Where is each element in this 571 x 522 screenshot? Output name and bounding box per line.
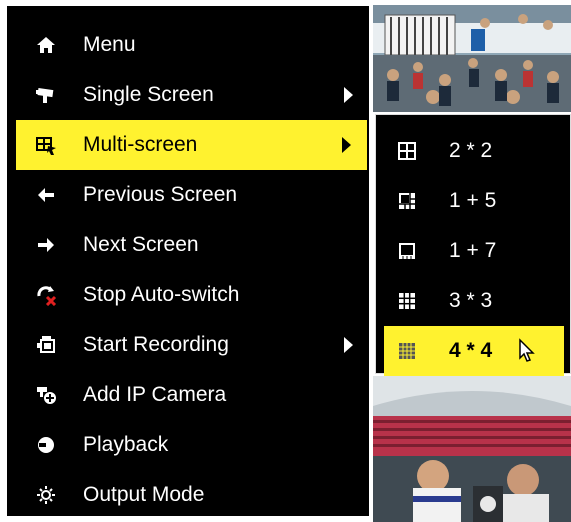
submenu-item-label: 2 * 2 [449, 139, 493, 162]
menu-item-label: Next Screen [83, 233, 199, 256]
submenu-item-label: 1 + 5 [449, 189, 497, 212]
video-wall: Menu Single Screen Multi-screen Previous… [0, 0, 571, 522]
submenu-item-1-plus-7[interactable]: 1 + 7 [376, 226, 571, 276]
camera-feed-stadium-crowd [373, 5, 571, 112]
layout-1-7-icon [399, 243, 415, 259]
menu-item-label: Playback [83, 433, 169, 456]
submenu-item-label: 4 * 4 [449, 339, 493, 362]
menu-item-label: Start Recording [83, 333, 229, 356]
menu-item-previous-screen[interactable]: Previous Screen [7, 170, 369, 220]
menu-item-single-screen[interactable]: Single Screen [7, 70, 369, 120]
add-camera-icon [37, 387, 56, 404]
multi-screen-submenu: 2 * 2 1 + 5 1 + 7 3 * 3 4 * 4 [375, 114, 571, 376]
submenu-arrow-icon [344, 337, 353, 353]
submenu-arrow-icon [342, 137, 351, 153]
menu-item-label: Add IP Camera [83, 383, 227, 406]
submenu-item-1-plus-5[interactable]: 1 + 5 [376, 176, 571, 226]
menu-item-menu[interactable]: Menu [7, 20, 369, 70]
menu-item-next-screen[interactable]: Next Screen [7, 220, 369, 270]
submenu-item-3x3[interactable]: 3 * 3 [376, 276, 571, 326]
playback-icon [38, 437, 54, 453]
stop-switch-icon [37, 286, 57, 306]
menu-item-multi-screen[interactable]: Multi-screen [16, 120, 367, 170]
submenu-item-label: 3 * 3 [449, 289, 493, 312]
menu-item-stop-auto-switch[interactable]: Stop Auto-switch [7, 270, 369, 320]
arrow-left-icon [38, 188, 54, 202]
menu-item-label: Multi-screen [83, 133, 198, 156]
output-mode-icon [37, 486, 55, 504]
recording-icon [37, 336, 55, 353]
grid-2x2-icon [398, 142, 416, 160]
menu-item-add-ip-camera[interactable]: Add IP Camera [7, 370, 369, 420]
menu-item-label: Stop Auto-switch [83, 283, 240, 306]
layout-1-5-icon [399, 193, 415, 209]
submenu-item-label: 1 + 7 [449, 239, 497, 262]
menu-item-start-recording[interactable]: Start Recording [7, 320, 369, 370]
main-context-menu: Menu Single Screen Multi-screen Previous… [7, 6, 369, 516]
camera-feed-stadium-race [373, 376, 571, 522]
menu-item-label: Single Screen [83, 83, 214, 106]
home-icon [37, 37, 55, 53]
menu-item-label: Output Mode [83, 483, 205, 506]
multi-screen-icon [36, 137, 56, 155]
submenu-item-2x2[interactable]: 2 * 2 [376, 126, 571, 176]
submenu-item-4x4[interactable]: 4 * 4 [384, 326, 564, 376]
menu-item-playback[interactable]: Playback [7, 420, 369, 470]
menu-item-label: Previous Screen [83, 183, 238, 206]
submenu-arrow-icon [344, 87, 353, 103]
mouse-pointer-icon [519, 338, 535, 362]
arrow-right-icon [38, 238, 54, 252]
grid-3x3-icon [399, 293, 415, 309]
grid-4x4-icon [399, 343, 415, 359]
camera-icon [36, 88, 54, 103]
menu-item-output-mode[interactable]: Output Mode [7, 470, 369, 520]
menu-item-label: Menu [83, 33, 136, 56]
